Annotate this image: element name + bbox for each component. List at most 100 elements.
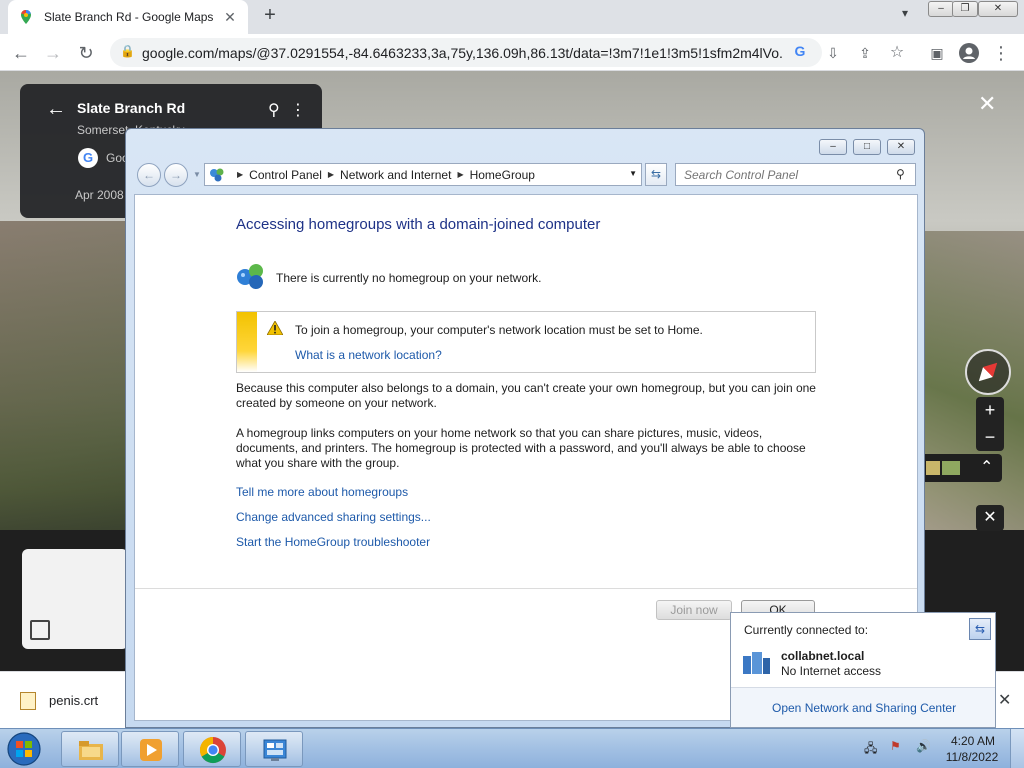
troubleshooter-link[interactable]: Start the HomeGroup troubleshooter	[236, 535, 430, 549]
zoom-out-button[interactable]: −	[976, 424, 1004, 451]
clock-date[interactable]: 11/8/2022	[944, 750, 1000, 764]
imagery-date[interactable]: Apr 2008	[75, 188, 124, 202]
forward-arrow-icon[interactable]: →	[40, 40, 66, 66]
taskbar-chrome[interactable]	[183, 731, 241, 767]
url-text[interactable]: google.com/maps/@37.0291554,-84.6463233,…	[142, 45, 782, 61]
more-options-icon[interactable]: ⋮	[290, 100, 306, 120]
new-tab-button[interactable]: +	[258, 4, 282, 28]
network-refresh-icon[interactable]: ⇆	[969, 618, 991, 640]
chrome-icon	[199, 736, 226, 764]
cp-close-button[interactable]: ✕	[887, 139, 915, 155]
taskbar-explorer[interactable]	[61, 731, 119, 767]
share-icon[interactable]: ⇪	[852, 40, 878, 66]
domain-explanation: Because this computer also belongs to a …	[236, 381, 821, 411]
zoom-in-button[interactable]: +	[976, 397, 1004, 424]
map-pin-icon[interactable]: ⚲	[268, 100, 280, 120]
domain-explanation-line-1: Because this computer also belongs to a …	[236, 381, 816, 395]
minimize-window-button[interactable]: –	[928, 1, 954, 17]
page-title: Accessing homegroups with a domain-joine…	[236, 216, 601, 233]
mini-map[interactable]	[22, 549, 128, 649]
browser-toolbar: ← → ↻ 🔒 google.com/maps/@37.0291554,-84.…	[0, 34, 1024, 71]
homegroup-description-line-2: documents, and printers. The homegroup i…	[236, 441, 806, 455]
folder-icon	[79, 741, 103, 760]
compass-icon[interactable]	[965, 349, 1011, 395]
close-street-view-icon[interactable]: ✕	[978, 91, 996, 117]
tab-close-icon[interactable]: ✕	[222, 9, 238, 26]
open-network-sharing-center-link[interactable]: Open Network and Sharing Center	[772, 701, 956, 715]
cp-forward-button[interactable]: →	[164, 163, 188, 187]
close-window-button[interactable]: ✕	[978, 1, 1018, 17]
windows-start-button-icon[interactable]	[4, 731, 44, 767]
thumbnail-2[interactable]	[942, 461, 960, 475]
expand-chevron-icon[interactable]: ⌃	[980, 457, 993, 477]
no-homegroup-status: There is currently no homegroup on your …	[276, 271, 542, 285]
cp-maximize-button[interactable]: □	[853, 139, 881, 155]
certificate-file-icon[interactable]	[20, 692, 36, 710]
taskbar-control-panel[interactable]	[245, 731, 303, 767]
bookmark-star-icon[interactable]: ☆	[884, 40, 910, 66]
domain-name: collabnet.local	[781, 649, 865, 663]
close-thumbnails-icon[interactable]: ✕	[976, 505, 1004, 531]
cp-refresh-icon[interactable]: ⇆	[645, 163, 667, 186]
search-control-panel-input[interactable]	[675, 163, 916, 186]
address-bar[interactable]: 🔒 google.com/maps/@37.0291554,-84.646323…	[110, 38, 822, 67]
breadcrumb-separator-icon[interactable]: ▶	[457, 170, 463, 179]
connected-to-label: Currently connected to:	[744, 623, 869, 637]
browser-tab-strip: Slate Branch Rd - Google Maps ✕ + ▾ – ❐ …	[0, 0, 1024, 34]
google-lens-icon[interactable]: G	[790, 43, 810, 63]
address-dropdown-icon[interactable]: ▼	[629, 169, 637, 178]
breadcrumb-separator-icon[interactable]: ▶	[237, 170, 243, 179]
join-now-button[interactable]: Join now	[656, 600, 732, 620]
back-arrow-icon[interactable]: ←	[46, 98, 66, 121]
compass-needle	[974, 358, 1002, 386]
breadcrumb-separator-icon[interactable]: ▶	[328, 170, 334, 179]
cp-back-button[interactable]: ←	[137, 163, 161, 187]
breadcrumb-homegroup[interactable]: HomeGroup	[470, 168, 535, 182]
warning-message: To join a homegroup, your computer's net…	[295, 323, 703, 337]
tab-search-chevron-icon[interactable]: ▾	[896, 6, 914, 24]
install-app-icon[interactable]: ⇩	[820, 40, 846, 66]
advanced-sharing-link[interactable]: Change advanced sharing settings...	[236, 510, 431, 524]
action-center-icon[interactable]: ⚑	[890, 739, 901, 753]
breadcrumb[interactable]: ▶ Control Panel ▶ Network and Internet ▶…	[204, 163, 642, 186]
control-panel-icon	[263, 739, 287, 761]
network-icon	[209, 167, 225, 183]
google-maps-pin-icon	[21, 10, 31, 24]
fullscreen-icon[interactable]	[30, 620, 50, 640]
chrome-menu-icon[interactable]: ⋮	[988, 40, 1014, 66]
reload-icon[interactable]: ↻	[73, 40, 99, 66]
cp-minimize-button[interactable]: –	[819, 139, 847, 155]
warning-color-bar	[237, 312, 257, 372]
media-player-icon	[140, 739, 162, 761]
close-download-bar-icon[interactable]: ✕	[998, 690, 1011, 710]
homegroup-globe-icon	[237, 264, 263, 289]
tab-title: Slate Branch Rd - Google Maps	[44, 10, 214, 24]
tab-google-maps[interactable]: Slate Branch Rd - Google Maps ✕	[8, 0, 248, 34]
tell-me-more-link[interactable]: Tell me more about homegroups	[236, 485, 408, 499]
breadcrumb-control-panel[interactable]: Control Panel	[249, 168, 322, 182]
side-panel-icon[interactable]: ▣	[924, 40, 950, 66]
domain-explanation-line-2: created by someone on your network.	[236, 396, 437, 410]
back-arrow-icon[interactable]: ←	[8, 40, 34, 66]
network-flyout: Currently connected to: ⇆ collabnet.loca…	[730, 612, 996, 728]
clock-time[interactable]: 4:20 AM	[948, 734, 998, 748]
profile-avatar-icon[interactable]	[956, 40, 982, 66]
google-logo-icon: G	[78, 148, 98, 168]
download-filename[interactable]: penis.crt	[49, 693, 98, 708]
recent-pages-chevron-icon[interactable]: ▼	[193, 170, 201, 179]
system-tray: 🖧 ⚑ 🔊	[864, 737, 944, 761]
lock-icon[interactable]: 🔒	[120, 44, 135, 60]
volume-icon[interactable]: 🔊	[916, 739, 931, 753]
restore-window-button[interactable]: ❐	[952, 1, 978, 17]
network-location-link[interactable]: What is a network location?	[295, 348, 442, 362]
network-tray-icon[interactable]: 🖧	[864, 739, 877, 760]
zoom-controls: + −	[976, 397, 1004, 451]
taskbar-media-player[interactable]	[121, 731, 179, 767]
search-icon[interactable]: ⚲	[896, 167, 905, 181]
breadcrumb-network-and-internet[interactable]: Network and Internet	[340, 168, 451, 182]
windows-taskbar: 🖧 ⚑ 🔊 4:20 AM 11/8/2022	[0, 728, 1024, 768]
network-location-warning: To join a homegroup, your computer's net…	[236, 311, 816, 373]
thumbnail-1[interactable]	[926, 461, 940, 475]
photo-thumbnail-strip[interactable]: ⌃	[920, 454, 1002, 482]
show-desktop-button[interactable]	[1010, 729, 1024, 768]
